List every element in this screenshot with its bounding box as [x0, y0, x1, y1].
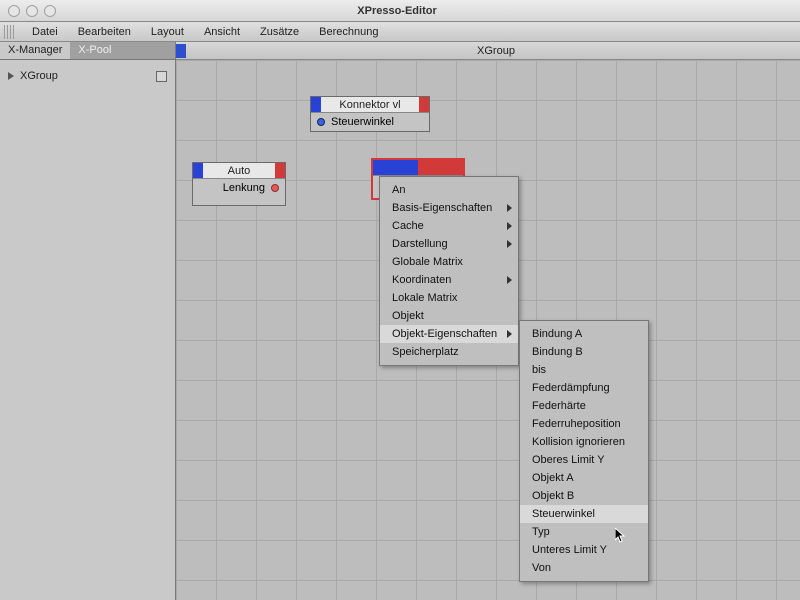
context-menu-item[interactable]: Koordinaten	[380, 271, 518, 289]
menu-datei[interactable]: Datei	[22, 26, 68, 38]
menu-bearbeiten[interactable]: Bearbeiten	[68, 26, 141, 38]
node-cap-right-icon	[418, 160, 463, 175]
context-menu-item[interactable]: Objekt-Eigenschaften	[380, 325, 518, 343]
window-title: XPresso-Editor	[56, 5, 738, 17]
canvas-area: XGroup Konnektor vl Steuerwinkel A	[176, 42, 800, 600]
context-menu-item[interactable]: Globale Matrix	[380, 253, 518, 271]
node-cap-left-icon	[373, 160, 418, 175]
context-submenu-item[interactable]: Objekt B	[520, 487, 648, 505]
node-canvas[interactable]: Konnektor vl Steuerwinkel Auto Lenkung	[176, 60, 800, 600]
context-submenu-item[interactable]: Objekt A	[520, 469, 648, 487]
node-port-row: Steuerwinkel	[311, 113, 429, 131]
context-menu-item[interactable]: Cache	[380, 217, 518, 235]
context-submenu-item[interactable]: Bindung B	[520, 343, 648, 361]
context-submenu-item[interactable]: Steuerwinkel	[520, 505, 648, 523]
window-controls	[8, 5, 56, 17]
context-menu-item[interactable]: Lokale Matrix	[380, 289, 518, 307]
node-title-label: Konnektor vl	[321, 97, 419, 112]
context-menu-item[interactable]: Basis-Eigenschaften	[380, 199, 518, 217]
context-submenu-item[interactable]: Von	[520, 559, 648, 577]
context-submenu-item[interactable]: Kollision ignorieren	[520, 433, 648, 451]
context-submenu-item[interactable]: Federdämpfung	[520, 379, 648, 397]
canvas-header: XGroup	[176, 42, 800, 60]
node-auto[interactable]: Auto Lenkung	[192, 162, 286, 206]
tab-x-manager[interactable]: X-Manager	[0, 42, 70, 59]
tree-item-flag-icon[interactable]	[156, 71, 167, 82]
context-submenu-item[interactable]: Unteres Limit Y	[520, 541, 648, 559]
canvas-header-label: XGroup	[192, 45, 800, 57]
node-title[interactable]: Konnektor vl	[311, 97, 429, 113]
context-submenu-item[interactable]: Typ	[520, 523, 648, 541]
context-submenu[interactable]: Bindung ABindung BbisFederdämpfungFederh…	[519, 320, 649, 582]
context-submenu-item[interactable]: Oberes Limit Y	[520, 451, 648, 469]
port-output-icon[interactable]	[271, 184, 279, 192]
context-menu[interactable]: AnBasis-EigenschaftenCacheDarstellungGlo…	[379, 176, 519, 366]
context-submenu-item[interactable]: Bindung A	[520, 325, 648, 343]
port-label: Steuerwinkel	[331, 116, 394, 128]
close-icon[interactable]	[8, 5, 20, 17]
minimize-icon[interactable]	[26, 5, 38, 17]
menu-layout[interactable]: Layout	[141, 26, 194, 38]
context-menu-item[interactable]: An	[380, 181, 518, 199]
port-input-icon[interactable]	[317, 118, 325, 126]
mouse-cursor-icon	[615, 528, 627, 544]
menubar-grip-icon[interactable]	[4, 25, 14, 39]
canvas-header-chip-icon	[176, 44, 186, 58]
menu-zusaetze[interactable]: Zusätze	[250, 26, 309, 38]
tree-row-xgroup[interactable]: XGroup	[8, 70, 167, 82]
port-label: Lenkung	[223, 182, 265, 194]
node-cap-left-icon	[311, 97, 321, 112]
menu-ansicht[interactable]: Ansicht	[194, 26, 250, 38]
context-menu-item[interactable]: Speicherplatz	[380, 343, 518, 361]
context-submenu-item[interactable]: bis	[520, 361, 648, 379]
menu-berechnung[interactable]: Berechnung	[309, 26, 388, 38]
node-title-label: Auto	[203, 163, 275, 178]
node-cap-left-icon	[193, 163, 203, 178]
context-submenu-item[interactable]: Federruheposition	[520, 415, 648, 433]
tree-item-label: XGroup	[20, 70, 58, 82]
context-menu-item[interactable]: Darstellung	[380, 235, 518, 253]
context-submenu-item[interactable]: Federhärte	[520, 397, 648, 415]
tab-x-pool[interactable]: X-Pool	[70, 42, 119, 59]
node-port-row: Lenkung	[193, 179, 285, 197]
titlebar: XPresso-Editor	[0, 0, 800, 22]
menubar: Datei Bearbeiten Layout Ansicht Zusätze …	[0, 22, 800, 42]
sidebar: X-Manager X-Pool XGroup	[0, 42, 176, 600]
disclosure-triangle-icon[interactable]	[8, 72, 14, 80]
zoom-icon[interactable]	[44, 5, 56, 17]
node-title[interactable]: Auto	[193, 163, 285, 179]
node-konnektor[interactable]: Konnektor vl Steuerwinkel	[310, 96, 430, 132]
node-cap-right-icon	[419, 97, 429, 112]
node-cap-right-icon	[275, 163, 285, 178]
sidebar-tree: XGroup	[0, 60, 175, 92]
sidebar-tabs: X-Manager X-Pool	[0, 42, 175, 60]
context-menu-item[interactable]: Objekt	[380, 307, 518, 325]
